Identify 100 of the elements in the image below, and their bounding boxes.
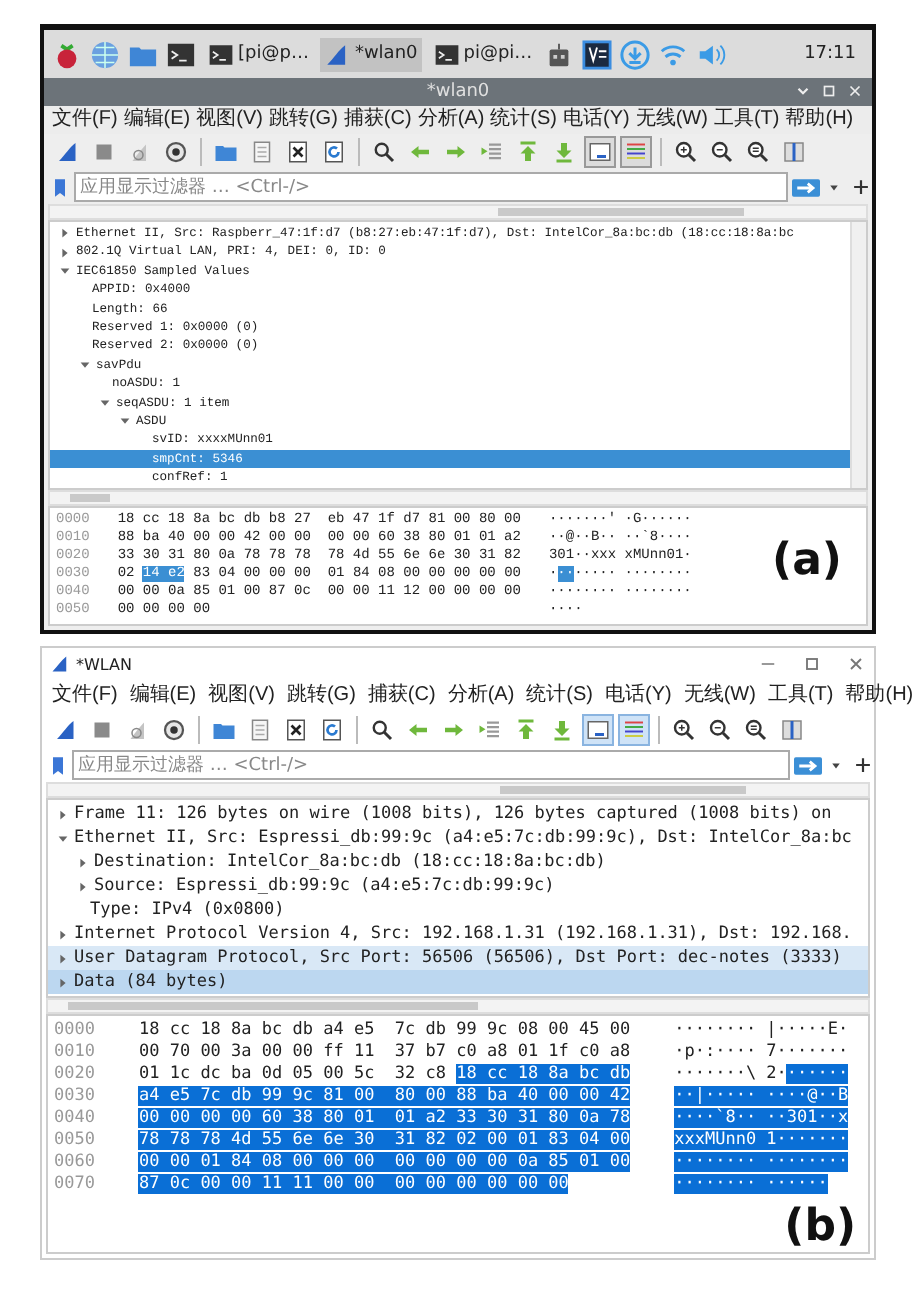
tree-item[interactable]: Data (84 bytes) bbox=[48, 970, 868, 995]
menu-item[interactable]: 统计(S) bbox=[488, 108, 559, 132]
maximize-icon[interactable] bbox=[802, 654, 822, 675]
ascii-text[interactable]: ········ ······ bbox=[674, 1174, 828, 1195]
menu-item[interactable]: 捕获(C) bbox=[341, 108, 414, 132]
close-file-icon bbox=[286, 140, 310, 164]
menu-item[interactable]: 编辑(E) bbox=[127, 684, 199, 709]
menu-item[interactable]: 无线(W) bbox=[633, 108, 710, 132]
arrow-up-icon bbox=[516, 140, 540, 164]
tree-item[interactable]: Source: Espressi_db:99:9c (a4:e5:7c:db:99:9c) bbox=[48, 874, 868, 899]
menu-item[interactable]: 帮助(H) bbox=[843, 684, 916, 709]
tree-item[interactable]: Ethernet II, Src: Espressi_db:99:9c (a4:e5:7c:db:99:9c), Dst: IntelCor_8a:bc bbox=[48, 826, 868, 851]
tree-item[interactable]: User Datagram Protocol, Src Port: 56506 (56506), Dst Port: dec-notes (3333) bbox=[48, 946, 868, 971]
toolbar-button[interactable] bbox=[670, 136, 702, 168]
raspberry-icon[interactable] bbox=[52, 39, 82, 69]
bookmark-icon[interactable] bbox=[50, 177, 70, 197]
ascii-text[interactable]: ··|····· ····@··B bbox=[674, 1086, 849, 1107]
hex-bytes[interactable]: a4 e5 7c db 99 9c 81 00 80 00 88 ba 40 00 00 42 bbox=[138, 1086, 631, 1107]
close-file-icon bbox=[284, 718, 308, 743]
tree-item[interactable]: Internet Protocol Version 4, Src: 192.168.1.31 (192.168.1.31), Dst: 192.168. bbox=[48, 922, 868, 947]
toolbar-button[interactable] bbox=[160, 136, 192, 168]
tree-item[interactable]: Destination: IntelCor_8a:bc:db (18:cc:18:8a:bc:db) bbox=[48, 850, 868, 875]
remote-desktop-icon[interactable] bbox=[582, 39, 613, 69]
plus-icon[interactable] bbox=[850, 176, 872, 198]
toolbar-button[interactable] bbox=[706, 136, 738, 168]
scrollbar[interactable] bbox=[48, 204, 868, 220]
menu-item[interactable]: 电话(Y) bbox=[603, 684, 674, 709]
menu-item[interactable]: 工具(T) bbox=[711, 108, 782, 132]
hex-bytes[interactable]: 00 00 00 00 60 38 80 01 01 a2 33 30 31 80 0a 78 bbox=[138, 1108, 631, 1129]
hex-bytes[interactable]: 00 70 00 3a 00 00 ff 11 37 b7 c0 a8 01 1f c0 a8 bbox=[138, 1042, 631, 1063]
menu-item[interactable]: 捕获(C) bbox=[365, 684, 438, 709]
taskbar-button[interactable]: *wlan0 bbox=[320, 37, 422, 71]
expand-arrow-icon[interactable] bbox=[56, 831, 70, 846]
ascii-text[interactable]: ········ |·····E· bbox=[674, 1020, 849, 1041]
menu-item[interactable]: 视图(V) bbox=[194, 108, 265, 132]
expand-arrow-icon[interactable] bbox=[78, 357, 92, 372]
menu-item[interactable]: 编辑(E) bbox=[121, 108, 193, 132]
menu-item[interactable]: 文件(F) bbox=[50, 108, 120, 132]
globe-icon[interactable] bbox=[90, 39, 120, 69]
menu-item[interactable]: 分析(A) bbox=[415, 108, 487, 132]
menu-item[interactable]: 统计(S) bbox=[524, 684, 595, 709]
arrow-down-icon bbox=[552, 140, 576, 164]
hex-bytes[interactable]: 00 00 01 84 08 00 00 00 00 00 00 00 0a 85 01 00 bbox=[138, 1152, 631, 1173]
ascii-text[interactable]: ·p·:···· 7······· bbox=[674, 1042, 849, 1063]
chevron-down-icon[interactable] bbox=[794, 82, 812, 100]
menu-item[interactable]: 无线(W) bbox=[681, 684, 758, 709]
ascii-text[interactable]: ·······\ 2· bbox=[674, 1064, 787, 1085]
menu-item[interactable]: 电话(Y) bbox=[561, 108, 632, 132]
stop-icon bbox=[92, 140, 116, 164]
settings-icon bbox=[162, 718, 186, 743]
window-title: *WLAN bbox=[76, 655, 133, 674]
document-icon bbox=[250, 140, 274, 164]
hex-bytes[interactable]: 18 cc 18 8a bc db bbox=[456, 1064, 631, 1085]
hex-offset: 0040 bbox=[54, 1108, 95, 1131]
menu-item[interactable]: 跳转(G) bbox=[284, 684, 358, 709]
ascii-text[interactable]: ····`8·· ··301··x bbox=[674, 1108, 849, 1129]
hex-offset: 0030 bbox=[54, 1086, 95, 1109]
scrollbar[interactable] bbox=[46, 782, 870, 799]
bookmark-icon[interactable] bbox=[48, 755, 68, 776]
filter-field[interactable]: 应用显示过滤器 … <Ctrl-/> bbox=[74, 172, 788, 202]
document-icon bbox=[248, 718, 272, 743]
taskbar-button[interactable]: pi@pi… bbox=[429, 37, 537, 71]
collapse-arrow-icon[interactable] bbox=[56, 807, 70, 822]
tree-item[interactable]: Frame 11: 126 bytes on wire (1008 bits), 126 bytes captured (1008 bits) on bbox=[48, 802, 868, 827]
menu-item[interactable]: 文件(F) bbox=[50, 684, 120, 709]
scrollbar[interactable] bbox=[46, 998, 870, 1015]
plus-icon[interactable] bbox=[852, 754, 874, 777]
maximize-icon[interactable] bbox=[820, 82, 838, 100]
search-icon bbox=[372, 140, 396, 164]
hex-bytes[interactable]: 78 78 78 4d 55 6e 6e 30 31 82 02 00 01 83 04 00 bbox=[138, 1130, 631, 1151]
menu-item[interactable]: 跳转(G) bbox=[266, 108, 340, 132]
ascii-text[interactable]: ······ bbox=[786, 1064, 849, 1085]
hex-offset: 0010 bbox=[54, 1042, 95, 1065]
menu-item[interactable]: 帮助(H) bbox=[783, 108, 856, 132]
scrollbar[interactable] bbox=[48, 490, 868, 507]
hex-offset: 0070 bbox=[54, 1174, 95, 1197]
hex-bytes[interactable]: 18 cc 18 8a bc db a4 e5 7c db 99 9c 08 00 45 00 bbox=[138, 1020, 631, 1041]
arrow-down-icon bbox=[550, 718, 574, 743]
filter-field[interactable]: 应用显示过滤器 … <Ctrl-/> bbox=[72, 750, 790, 781]
expand-arrow-icon[interactable] bbox=[58, 263, 72, 278]
striped-lines-icon bbox=[622, 718, 646, 743]
menu-item[interactable]: 视图(V) bbox=[206, 684, 277, 709]
menu-item[interactable]: 分析(A) bbox=[445, 684, 517, 709]
toolbar-button[interactable] bbox=[742, 136, 774, 168]
zoom-out-icon bbox=[710, 140, 734, 164]
close-icon[interactable] bbox=[846, 82, 864, 100]
shark-fin-icon bbox=[54, 718, 78, 743]
scrollbar[interactable] bbox=[850, 222, 866, 489]
hex-bytes[interactable]: 01 1c dc ba 0d 05 00 5c 32 c8 bbox=[138, 1064, 457, 1085]
striped-lines-icon bbox=[624, 140, 648, 164]
shark-fin-icon bbox=[324, 41, 351, 67]
tree-item[interactable]: Type: IPv4 (0x0800) bbox=[48, 898, 868, 923]
ascii-text[interactable]: xxxMUnn0 1······· bbox=[674, 1130, 849, 1151]
ascii-text[interactable]: ········ ········ bbox=[674, 1152, 849, 1173]
menu-item[interactable]: 工具(T) bbox=[765, 684, 836, 709]
hex-bytes[interactable]: 87 0c 00 00 11 11 00 00 00 00 00 00 00 00 bbox=[138, 1174, 569, 1195]
figure-label: (b) bbox=[784, 1202, 856, 1253]
terminal-icon[interactable] bbox=[166, 39, 196, 69]
close-icon[interactable] bbox=[846, 654, 866, 675]
taskbar-button[interactable]: [pi@p… bbox=[204, 37, 313, 71]
